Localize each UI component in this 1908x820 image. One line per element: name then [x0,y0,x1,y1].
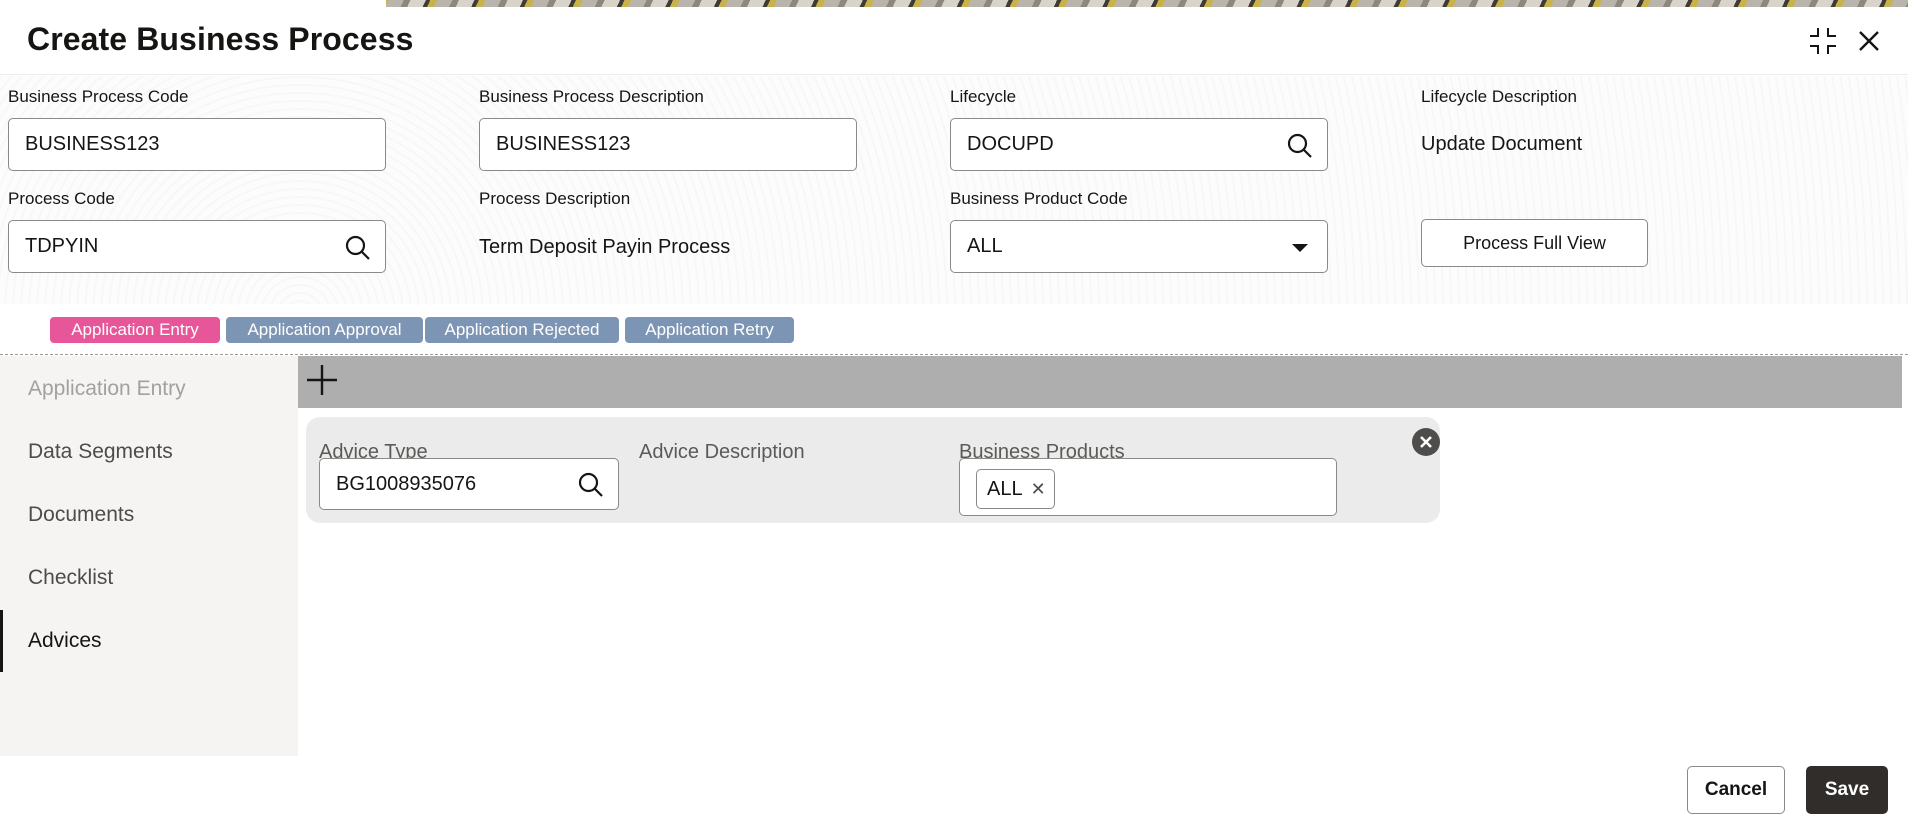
advice-type-value: BG1008935076 [336,472,477,495]
stage-chip-application-retry[interactable]: Application Retry [625,317,794,343]
process-description-label: Process Description [479,189,631,208]
business-product-code-dropdown-toggle[interactable] [1285,233,1315,263]
sidenav-item-advices[interactable]: Advices [28,629,102,653]
business-product-code-value: ALL [967,235,1003,257]
add-advice-button[interactable] [302,360,342,400]
business-process-description-value: BUSINESS123 [496,133,631,155]
lifecycle-value: DOCUPD [967,133,1054,155]
business-product-tag: ALL ✕ [976,469,1055,509]
process-description-value: Term Deposit Payin Process [479,236,731,258]
section-divider [0,354,1908,355]
stage-chip-application-entry[interactable]: Application Entry [50,317,220,343]
sidenav-item-data-segments[interactable]: Data Segments [28,440,173,464]
business-product-code-select[interactable]: ALL [950,220,1328,273]
business-process-description-input[interactable]: BUSINESS123 [479,118,857,171]
lifecycle-description-label: Lifecycle Description [1421,87,1577,106]
lifecycle-description-value: Update Document [1421,133,1583,155]
plus-icon [307,365,337,395]
business-process-code-value: BUSINESS123 [25,133,160,155]
sidenav-item-application-entry[interactable]: Application Entry [28,377,186,401]
background-image-strip [0,0,1908,7]
search-icon [345,235,370,260]
sidenav-item-documents[interactable]: Documents [28,503,134,527]
process-header-form: Business Process Code BUSINESS123 Busine… [0,76,1908,304]
advices-panel: Advice Type BG1008935076 Advice Descript… [298,356,1908,756]
sidenav-item-checklist[interactable]: Checklist [28,566,113,590]
save-button[interactable]: Save [1806,766,1888,814]
remove-tag-icon[interactable]: ✕ [1031,479,1046,500]
cancel-button[interactable]: Cancel [1687,766,1785,814]
process-code-value: TDPYIN [25,235,99,257]
advice-type-search-button[interactable] [576,470,606,500]
process-code-label: Process Code [8,189,115,208]
remove-advice-button[interactable] [1411,427,1441,457]
process-code-search-button[interactable] [343,233,373,263]
advice-description-label: Advice Description [639,441,805,463]
process-code-input[interactable]: TDPYIN [8,220,386,273]
lifecycle-input[interactable]: DOCUPD [950,118,1328,171]
dialog-title: Create Business Process [27,21,414,57]
business-product-tag-label: ALL [987,477,1023,500]
sidenav-selected-indicator [0,610,3,672]
advices-toolbar [298,356,1902,408]
business-process-code-label: Business Process Code [8,87,189,106]
business-process-code-input[interactable]: BUSINESS123 [8,118,386,171]
lifecycle-search-button[interactable] [1285,131,1315,161]
business-product-code-label: Business Product Code [950,189,1128,208]
stage-chip-application-rejected[interactable]: Application Rejected [425,317,619,343]
business-process-description-label: Business Process Description [479,87,704,106]
dialog-footer: Cancel Save [0,756,1908,820]
advice-row-card: Advice Type BG1008935076 Advice Descript… [306,417,1440,523]
dialog-header: Create Business Process [0,7,1908,75]
process-full-view-button[interactable]: Process Full View [1421,219,1648,267]
advice-type-input[interactable]: BG1008935076 [319,458,619,510]
close-icon [1859,31,1879,51]
business-products-multiselect[interactable]: ALL ✕ [959,458,1337,516]
lifecycle-label: Lifecycle [950,87,1017,106]
collapse-icon [1810,28,1836,54]
close-circle-icon [1412,428,1440,456]
search-icon [578,472,603,497]
minimize-button[interactable] [1805,23,1841,59]
caret-down-icon [1292,244,1308,252]
stage-chip-application-approval[interactable]: Application Approval [226,317,423,343]
create-business-process-dialog: Create Business Process Business Process… [0,0,1908,820]
close-button[interactable] [1851,23,1887,59]
section-sidenav: Application Entry Data Segments Document… [0,356,298,756]
search-icon [1287,133,1312,158]
